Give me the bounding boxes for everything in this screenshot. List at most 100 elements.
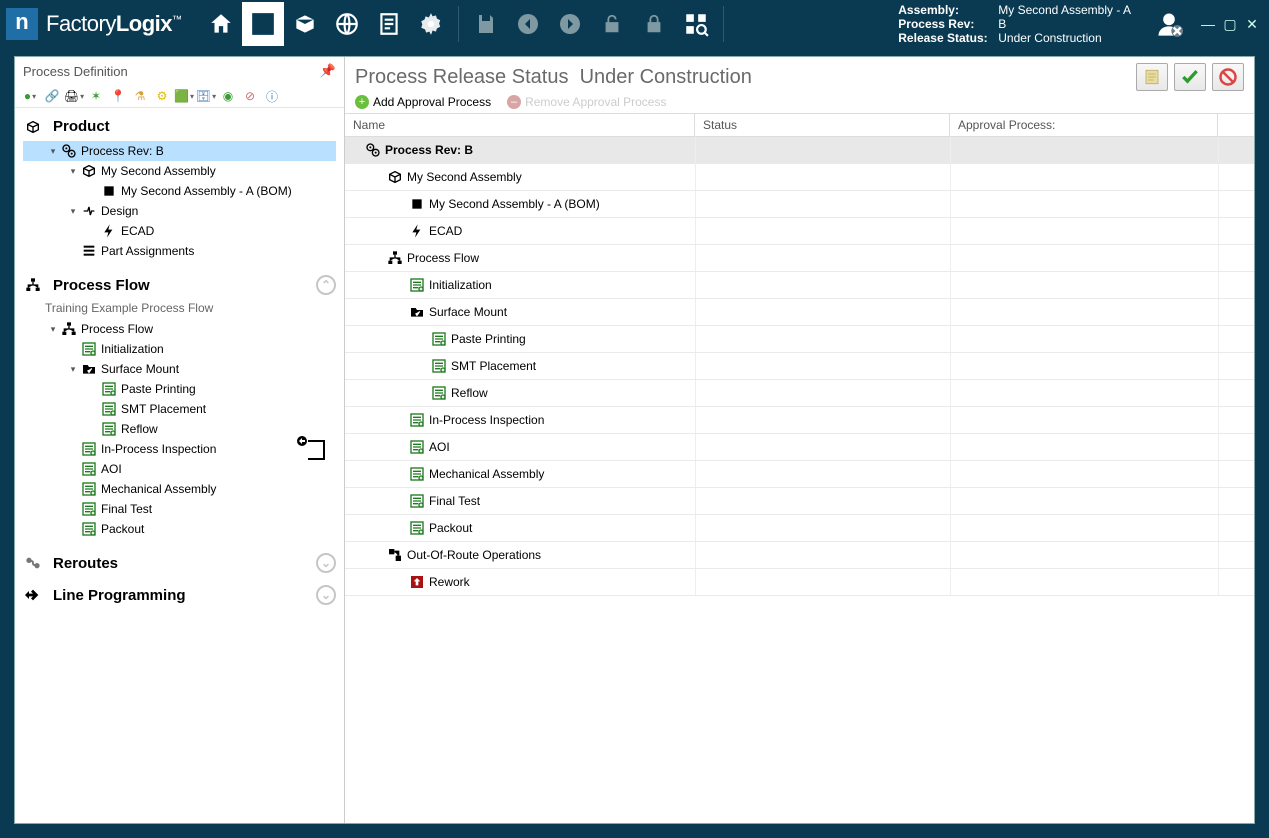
reroutes-section-header[interactable]: Reroutes ⌄ [15, 547, 344, 579]
table-row[interactable]: Process Flow [345, 245, 1254, 272]
expand-arrow-icon[interactable]: ▾ [67, 206, 79, 217]
pin2-icon[interactable]: 📍 [109, 87, 127, 105]
tree-node[interactable]: ▾My Second Assembly [23, 161, 336, 181]
gear-yellow-icon[interactable]: ⚙ [153, 87, 171, 105]
cancel-circle-icon[interactable]: ⊘ [241, 87, 259, 105]
tree-node[interactable]: ▾Surface Mount [23, 359, 336, 379]
tree-node[interactable]: ▾Design [23, 201, 336, 221]
document-button[interactable] [368, 2, 410, 46]
bolt-icon [409, 223, 425, 239]
table-row[interactable]: Rework [345, 569, 1254, 596]
expand-down-icon[interactable]: ⌄ [316, 585, 336, 605]
col-approval-process[interactable]: Approval Process: [950, 114, 1218, 136]
table-row[interactable]: Initialization [345, 272, 1254, 299]
row-label: Initialization [429, 278, 492, 292]
table-row[interactable]: AOI [345, 434, 1254, 461]
row-label: Final Test [429, 494, 480, 508]
col-name[interactable]: Name [345, 114, 695, 136]
remove-approval-process-button: – Remove Approval Process [507, 95, 666, 109]
table-body: Process Rev: BMy Second AssemblyMy Secon… [345, 137, 1254, 596]
oor-icon [387, 547, 403, 563]
tree-node[interactable]: SMT Placement [23, 399, 336, 419]
find-assembly-button[interactable] [675, 2, 717, 46]
expand-down-icon[interactable]: ⌄ [316, 553, 336, 573]
window-minimize-button[interactable]: — [1199, 15, 1217, 33]
globe-button[interactable] [326, 2, 368, 46]
info-circle-icon[interactable]: ⓘ [263, 87, 281, 105]
user-icon[interactable] [1155, 10, 1183, 38]
nav-back-button[interactable] [507, 2, 549, 46]
window-maximize-button[interactable]: ▢ [1221, 15, 1239, 33]
nav-forward-button[interactable] [549, 2, 591, 46]
table-row[interactable]: In-Process Inspection [345, 407, 1254, 434]
lock-button[interactable] [633, 2, 675, 46]
table-row[interactable]: Mechanical Assembly [345, 461, 1254, 488]
table-row[interactable]: Paste Printing [345, 326, 1254, 353]
tree-node[interactable]: ▾ Process Rev: B [23, 141, 336, 161]
db-icon[interactable]: 🗄▾ [197, 87, 215, 105]
step-icon [409, 493, 425, 509]
line-programming-section-header[interactable]: Line Programming ⌄ [15, 579, 344, 611]
expand-arrow-icon[interactable]: ▾ [67, 364, 79, 375]
tree-node-label: ECAD [121, 224, 154, 238]
grid-edit-button[interactable] [242, 2, 284, 46]
home-button[interactable] [200, 2, 242, 46]
table-row[interactable]: SMT Placement [345, 353, 1254, 380]
tree-node[interactable]: Paste Printing [23, 379, 336, 399]
flow-icon [61, 321, 77, 337]
table-row[interactable]: Surface Mount [345, 299, 1254, 326]
tree-node[interactable]: In-Process Inspection [23, 439, 336, 459]
table-row[interactable]: Packout [345, 515, 1254, 542]
flag-icon[interactable]: 🟩▾ [175, 87, 193, 105]
print-icon[interactable]: 🖨▾ [65, 87, 83, 105]
tree-node[interactable]: ▾Process Flow [23, 319, 336, 339]
expand-arrow-icon[interactable]: ▾ [47, 324, 59, 335]
link-icon[interactable]: 🔗 [43, 87, 61, 105]
table-row[interactable]: My Second Assembly - A (BOM) [345, 191, 1254, 218]
expand-arrow-icon[interactable]: ▾ [67, 166, 79, 177]
add-icon[interactable]: ●▾ [21, 87, 39, 105]
tree-node[interactable]: Final Test [23, 499, 336, 519]
ok-circle-icon[interactable]: ◉ [219, 87, 237, 105]
table-row[interactable]: ECAD [345, 218, 1254, 245]
row-label: Packout [429, 521, 472, 535]
tree-node[interactable]: ECAD [23, 221, 336, 241]
reject-button[interactable] [1212, 63, 1244, 91]
main-panel: Process Release Status Under Constructio… [345, 57, 1254, 823]
flask-icon[interactable]: ⚗ [131, 87, 149, 105]
col-status[interactable]: Status [695, 114, 950, 136]
step2-icon [81, 521, 97, 537]
collapse-up-icon[interactable]: ⌃ [316, 275, 336, 295]
window-close-button[interactable]: ✕ [1243, 15, 1261, 33]
tree-node-label: Initialization [101, 342, 164, 356]
table-row[interactable]: Reflow [345, 380, 1254, 407]
product-section-header[interactable]: Product [23, 114, 336, 139]
col-extra [1218, 114, 1254, 136]
save-button[interactable] [465, 2, 507, 46]
pin-icon[interactable]: 📌 [320, 63, 336, 79]
tree-node[interactable]: Initialization [23, 339, 336, 359]
tree-node[interactable]: Mechanical Assembly [23, 479, 336, 499]
notes-button[interactable] [1136, 63, 1168, 91]
settings-button[interactable] [410, 2, 452, 46]
table-row[interactable]: Out-Of-Route Operations [345, 542, 1254, 569]
tree-node-label: AOI [101, 462, 122, 476]
tree-node-label: Process Rev: B [81, 144, 164, 158]
tree-node[interactable]: AOI [23, 459, 336, 479]
bug-icon[interactable]: ✶ [87, 87, 105, 105]
approve-button[interactable] [1174, 63, 1206, 91]
tree-node[interactable]: Packout [23, 519, 336, 539]
package-button[interactable] [284, 2, 326, 46]
table-row[interactable]: My Second Assembly [345, 164, 1254, 191]
tree-node[interactable]: Part Assignments [23, 241, 336, 261]
table-row[interactable]: Final Test [345, 488, 1254, 515]
expand-arrow-icon[interactable]: ▾ [47, 146, 59, 157]
tree-node[interactable]: My Second Assembly - A (BOM) [23, 181, 336, 201]
row-label: Surface Mount [429, 305, 507, 319]
plus-icon: + [355, 95, 369, 109]
add-approval-process-button[interactable]: + Add Approval Process [355, 95, 491, 109]
unlock-button[interactable] [591, 2, 633, 46]
table-row[interactable]: Process Rev: B [345, 137, 1254, 164]
process-flow-section-header[interactable]: Process Flow ⌃ [15, 269, 344, 301]
tree-node[interactable]: Reflow [23, 419, 336, 439]
